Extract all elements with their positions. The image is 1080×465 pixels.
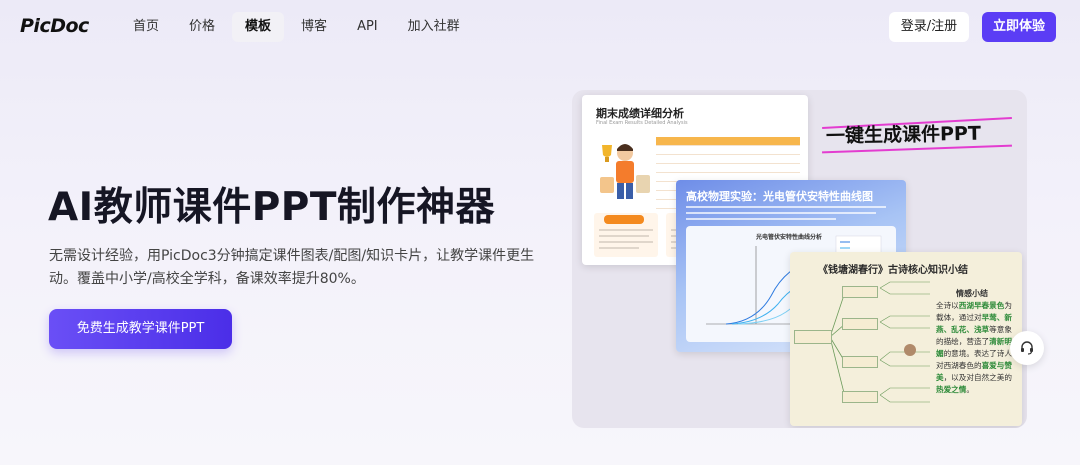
top-nav: PicDoc 首页 价格 模板 博客 API 加入社群 登录/注册 立即体验	[0, 0, 1080, 54]
mindmap-node	[842, 356, 878, 368]
nav-item-pricing[interactable]: 价格	[176, 12, 228, 42]
summary-box-1	[594, 213, 658, 257]
emotion-summary-panel: 情感小结 全诗以西湖早春景色为载体，通过对早莺、新燕、乱花、浅草等意象的描绘，营…	[936, 288, 1018, 396]
nav-item-blog[interactable]: 博客	[288, 12, 340, 42]
try-now-button[interactable]: 立即体验	[982, 12, 1056, 42]
showcase-panel: 期末成绩详细分析 Final Exam Results Detailed Ana…	[572, 90, 1027, 428]
summary-text: ，以及对自然之美的	[943, 373, 1012, 382]
hero-title: AI教师课件PPT制作神器	[48, 185, 495, 230]
nav-item-templates[interactable]: 模板	[232, 12, 285, 42]
card-poem-summary: 《钱塘湖春行》古诗核心知识小结 情感小结 全诗以西湖早春景色为载体，通过对早莺、…	[790, 252, 1022, 426]
login-register-button[interactable]: 登录/注册	[889, 12, 969, 42]
mindmap-root	[794, 330, 832, 344]
mindmap-node	[842, 286, 878, 298]
summary-highlight: 西湖早春景色	[958, 301, 1005, 310]
nav-item-api[interactable]: API	[344, 12, 391, 42]
emotion-summary-heading: 情感小结	[956, 289, 988, 298]
mindmap-node	[842, 391, 878, 403]
card-exam-title: 期末成绩详细分析	[596, 107, 684, 120]
card-physics-title: 高校物理实验：光电管伏安特性曲线图	[686, 190, 873, 203]
summary-text: 全诗以	[936, 301, 959, 310]
student-trophy-illustration	[600, 144, 650, 199]
card-exam-subtitle: Final Exam Results Detailed Analysis	[596, 120, 688, 126]
generate-ppt-button[interactable]: 免费生成教学课件PPT	[49, 309, 232, 349]
nav-menu: 首页 价格 模板 博客 API 加入社群	[120, 12, 473, 42]
logo[interactable]: PicDoc	[20, 15, 89, 37]
summary-text: 。	[966, 385, 974, 394]
hero-description: 无需设计经验，用PicDoc3分钟搞定课件图表/配图/知识卡片，让教学课件更生动…	[49, 248, 535, 287]
customer-support-button[interactable]	[1010, 331, 1044, 365]
mindmap-node	[842, 318, 878, 330]
headset-icon	[1021, 341, 1033, 355]
tagline-one-click: 一键生成课件PPT	[825, 122, 982, 148]
nav-item-community[interactable]: 加入社群	[395, 12, 473, 42]
summary-highlight: 热爱之情	[936, 385, 967, 394]
nav-item-home[interactable]: 首页	[120, 12, 172, 42]
